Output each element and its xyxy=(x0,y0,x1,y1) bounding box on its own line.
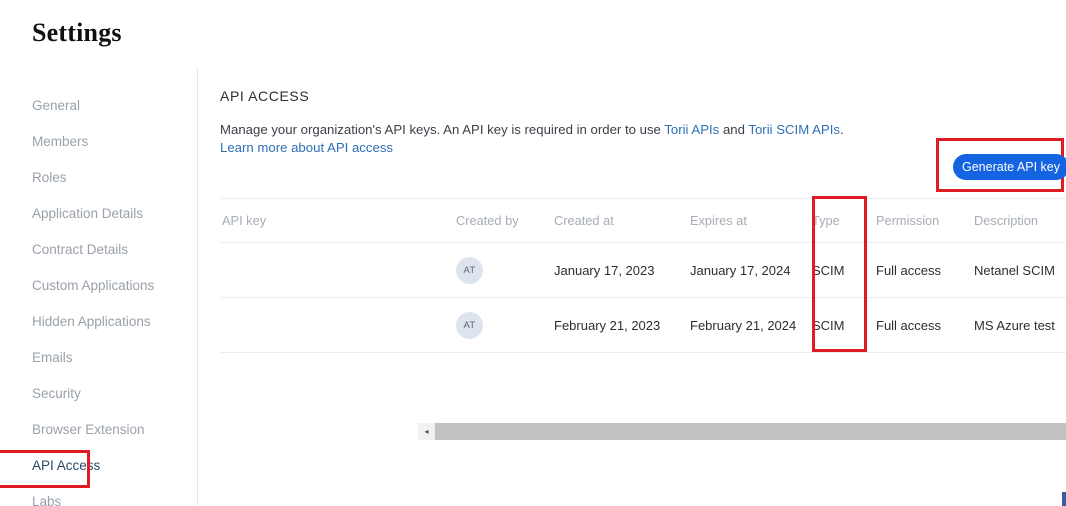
torii-apis-link[interactable]: Torii APIs xyxy=(664,122,719,137)
sidebar-item-label: Roles xyxy=(32,170,67,185)
cell-description: Netanel SCIM xyxy=(972,243,1066,298)
sidebar-item-members[interactable]: Members xyxy=(0,124,197,160)
table-header-api-key[interactable]: API key xyxy=(220,199,454,243)
sidebar-item-hidden-applications[interactable]: Hidden Applications xyxy=(0,304,197,340)
cell-description: MS Azure test xyxy=(972,298,1066,353)
section-title: API ACCESS xyxy=(220,88,309,104)
table-header-permission[interactable]: Permission xyxy=(874,199,972,243)
description-text-2: and xyxy=(719,122,748,137)
table-header-expires-at[interactable]: Expires at xyxy=(688,199,810,243)
sidebar-item-emails[interactable]: Emails xyxy=(0,340,197,376)
horizontal-scrollbar[interactable]: ◂ ▸ xyxy=(418,423,1066,440)
table-header-created-at[interactable]: Created at xyxy=(552,199,688,243)
sidebar-item-label: Application Details xyxy=(32,206,143,221)
description-text-1: Manage your organization's API keys. An … xyxy=(220,122,664,137)
table-header-type[interactable]: Type xyxy=(810,199,874,243)
api-keys-table: API keyCreated byCreated atExpires atTyp… xyxy=(220,198,1066,353)
sidebar-item-label: Hidden Applications xyxy=(32,314,151,329)
sidebar-item-label: Members xyxy=(32,134,88,149)
sidebar-item-general[interactable]: General xyxy=(0,88,197,124)
avatar: AT xyxy=(456,312,483,339)
cell-created-at: January 17, 2023 xyxy=(552,243,688,298)
table-header-description[interactable]: Description xyxy=(972,199,1066,243)
scrollbar-thumb[interactable] xyxy=(435,423,1066,440)
cell-permission: Full access xyxy=(874,298,972,353)
settings-sidebar: General Members Roles Application Details Co… xyxy=(0,68,198,506)
sidebar-item-security[interactable]: Security xyxy=(0,376,197,412)
cell-expires-at: January 17, 2024 xyxy=(688,243,810,298)
table-body: AT January 17, 2023January 17, 2024SCIMFu… xyxy=(220,243,1066,353)
cell-permission: Full access xyxy=(874,243,972,298)
table-header-row: API keyCreated byCreated atExpires atTyp… xyxy=(220,199,1066,243)
scrollbar-track[interactable] xyxy=(435,423,1066,440)
corner-artifact xyxy=(1062,492,1066,506)
cell-type: SCIM xyxy=(810,298,874,353)
sidebar-item-browser-extension[interactable]: Browser Extension xyxy=(0,412,197,448)
sidebar-item-label: API Access xyxy=(32,458,100,473)
sidebar-item-label: General xyxy=(32,98,80,113)
cell-created-at: February 21, 2023 xyxy=(552,298,688,353)
sidebar-item-label: Security xyxy=(32,386,81,401)
cell-created-by: AT xyxy=(454,243,552,298)
generate-api-key-button[interactable]: Generate API key xyxy=(953,154,1066,180)
api-access-description: Manage your organization's API keys. An … xyxy=(220,121,910,157)
table-row[interactable]: AT January 17, 2023January 17, 2024SCIMFu… xyxy=(220,243,1066,298)
sidebar-item-application-details[interactable]: Application Details xyxy=(0,196,197,232)
cell-type: SCIM xyxy=(810,243,874,298)
description-text-3: . xyxy=(840,122,844,137)
sidebar-item-roles[interactable]: Roles xyxy=(0,160,197,196)
sidebar-item-label: Custom Applications xyxy=(32,278,154,293)
scroll-left-arrow-icon[interactable]: ◂ xyxy=(418,423,435,440)
table-header-created-by[interactable]: Created by xyxy=(454,199,552,243)
settings-page: Settings General Members Roles Application … xyxy=(0,0,1066,506)
learn-more-link[interactable]: Learn more about API access xyxy=(220,140,393,155)
torii-scim-apis-link[interactable]: Torii SCIM APIs xyxy=(748,122,840,137)
sidebar-item-contract-details[interactable]: Contract Details xyxy=(0,232,197,268)
sidebar-item-labs[interactable]: Labs xyxy=(0,484,197,506)
sidebar-item-label: Browser Extension xyxy=(32,422,145,437)
sidebar-item-custom-applications[interactable]: Custom Applications xyxy=(0,268,197,304)
sidebar-item-api-access[interactable]: API Access xyxy=(0,448,197,484)
cell-api-key xyxy=(220,243,454,298)
sidebar-item-label: Emails xyxy=(32,350,73,365)
sidebar-item-label: Contract Details xyxy=(32,242,128,257)
cell-expires-at: February 21, 2024 xyxy=(688,298,810,353)
api-keys-table-container: API keyCreated byCreated atExpires atTyp… xyxy=(220,198,1066,353)
table-row[interactable]: AT February 21, 2023February 21, 2024SCIM… xyxy=(220,298,1066,353)
table-head: API keyCreated byCreated atExpires atTyp… xyxy=(220,199,1066,243)
sidebar-item-label: Labs xyxy=(32,494,61,506)
cell-created-by: AT xyxy=(454,298,552,353)
api-access-panel: API ACCESS Manage your organization's AP… xyxy=(198,68,1066,506)
generate-api-key-annotation: Generate API key xyxy=(936,138,1064,192)
page-title: Settings xyxy=(32,18,122,48)
cell-api-key xyxy=(220,298,454,353)
avatar: AT xyxy=(456,257,483,284)
